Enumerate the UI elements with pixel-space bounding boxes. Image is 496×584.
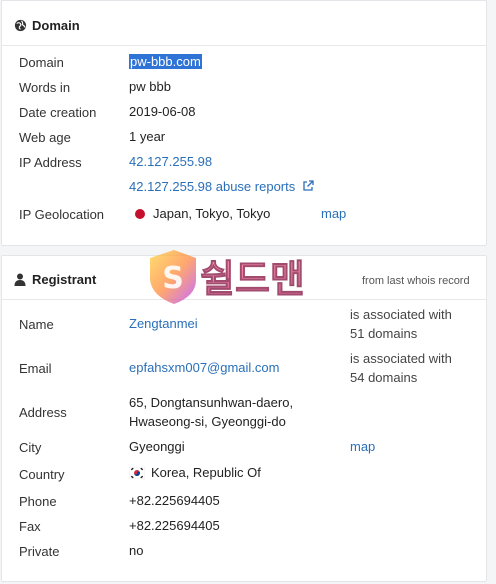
address-line2: Hwaseong-si, Gyeonggi-do [129, 414, 286, 429]
registrant-section-title: Registrant [14, 272, 96, 289]
country-value: Korea, Republic Of [128, 464, 261, 482]
registrant-title-text: Registrant [32, 272, 97, 287]
external-link-icon[interactable] [302, 179, 314, 197]
phone-value: +82.225694405 [129, 493, 220, 508]
ip-address-link[interactable]: 42.127.255.98 [129, 153, 212, 171]
email-label: Email [19, 361, 52, 376]
date-creation-value: 2019-06-08 [129, 104, 196, 119]
words-label: Words in [19, 80, 71, 95]
domain-value[interactable]: pw-bbb.com [129, 53, 202, 71]
globe-icon [14, 19, 28, 35]
geolocation-map-link[interactable]: map [321, 205, 346, 223]
domain-card: Domain Domain pw-bbb.com Words in pw bbb… [1, 0, 487, 246]
country-label: Country [19, 467, 65, 482]
registrant-name-link[interactable]: Zengtanmei [129, 315, 198, 333]
private-value: no [129, 543, 144, 558]
ip-geolocation-value: Japan, Tokyo, Tokyo [135, 205, 270, 223]
web-age-label: Web age [19, 130, 71, 145]
city-label: City [19, 440, 42, 455]
date-creation-label: Date creation [19, 105, 97, 120]
whois-source-note: from last whois record [362, 275, 470, 287]
address-label: Address [19, 405, 67, 420]
divider [2, 299, 486, 300]
ip-address-label: IP Address [19, 155, 82, 170]
address-value: 65, Dongtansunhwan-daero, Hwaseong-si, G… [129, 393, 293, 431]
abuse-reports-link[interactable]: 42.127.255.98 abuse reports [129, 179, 295, 194]
name-label: Name [19, 317, 54, 332]
domain-section-title: Domain [14, 18, 80, 35]
fax-label: Fax [19, 519, 41, 534]
geolocation-text: Japan, Tokyo, Tokyo [153, 206, 271, 221]
phone-label: Phone [19, 494, 57, 509]
private-label: Private [19, 544, 60, 559]
registrant-email-link[interactable]: epfahsxm007@gmail.com [129, 359, 279, 377]
words-value: pw bbb [129, 79, 171, 94]
user-icon [14, 273, 28, 289]
city-value: Gyeonggi [129, 439, 185, 454]
japan-flag-icon [135, 209, 145, 219]
address-line1: 65, Dongtansunhwan-daero, [129, 395, 294, 410]
name-assoc-line2: 51 domains [350, 326, 418, 341]
divider [2, 45, 486, 46]
name-association-note: is associated with 51 domains [350, 305, 452, 343]
abuse-reports[interactable]: 42.127.255.98 abuse reports [129, 178, 314, 197]
ip-geolocation-label: IP Geolocation [19, 207, 105, 222]
registrant-card: Registrant from last whois record Name Z… [1, 255, 487, 582]
fax-value: +82.225694405 [129, 518, 220, 533]
korea-flag-icon [128, 466, 146, 480]
city-map-link[interactable]: map [350, 438, 375, 456]
email-association-note: is associated with 54 domains [350, 349, 452, 387]
domain-title-text: Domain [32, 18, 80, 33]
web-age-value: 1 year [129, 129, 166, 144]
name-assoc-line1: is associated with [350, 307, 452, 322]
email-assoc-line2: 54 domains [350, 370, 418, 385]
domain-label: Domain [19, 55, 64, 70]
email-assoc-line1: is associated with [350, 351, 452, 366]
domain-value-text[interactable]: pw-bbb.com [129, 54, 202, 69]
country-text: Korea, Republic Of [151, 465, 261, 480]
